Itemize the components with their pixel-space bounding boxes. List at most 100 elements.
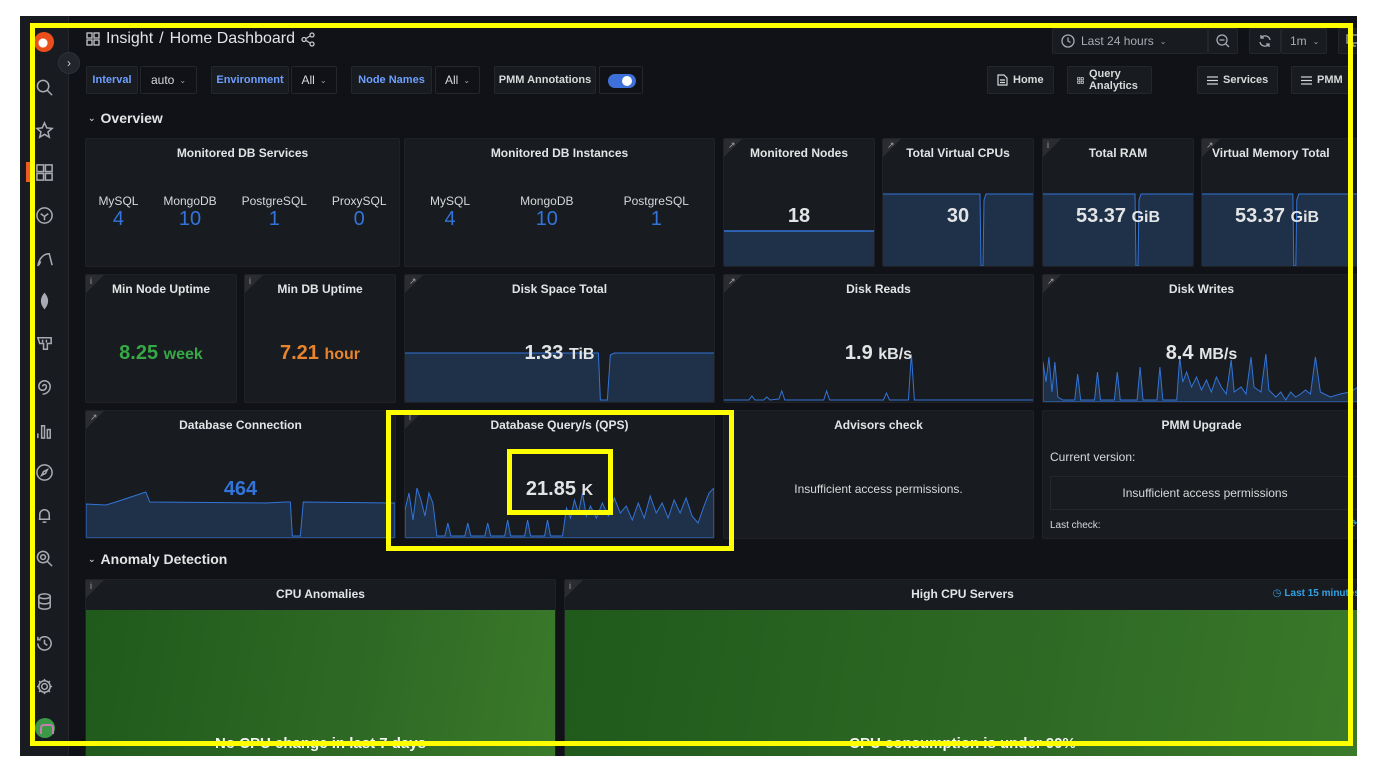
document-icon <box>997 74 1008 86</box>
stat-label: MySQL <box>98 194 139 208</box>
panel-pmm-upgrade: PMM Upgrade Current version: Insufficien… <box>1042 410 1357 539</box>
stat-value: 21.85 K <box>405 478 714 501</box>
status-fill-ok: CPU consumption is under 90% <box>565 610 1357 756</box>
stat-value: 10 <box>535 208 558 230</box>
value-number: 1.33 <box>524 342 564 364</box>
stat-value: 1 <box>650 208 662 230</box>
panel-title[interactable]: Disk Writes <box>1043 282 1357 296</box>
compass-icon[interactable] <box>33 461 55 483</box>
mongodb-leaf-icon[interactable] <box>33 290 55 312</box>
environment-select[interactable]: All ⌄ <box>291 66 337 94</box>
panel-title[interactable]: Total Virtual CPUs <box>883 146 1033 160</box>
database-icon[interactable] <box>33 590 55 612</box>
bell-icon[interactable] <box>33 504 55 526</box>
pmm-logo[interactable] <box>34 32 54 52</box>
toggle-knob <box>622 76 632 86</box>
bars-icon <box>1301 75 1312 85</box>
query-analytics-link[interactable]: Query Analytics <box>1067 66 1152 94</box>
monitor-icon <box>1346 34 1357 47</box>
dashboards-icon[interactable] <box>33 161 55 183</box>
chevron-down-icon: ⌄ <box>1159 36 1167 46</box>
panel-title[interactable]: Database Query/s (QPS) <box>405 418 714 432</box>
panel-title[interactable]: Monitored DB Instances <box>405 146 714 160</box>
expand-sidebar-button[interactable]: › <box>58 52 80 74</box>
bar-chart-icon[interactable] <box>33 419 55 441</box>
time-override-label: Last 15 minutes <box>1284 588 1357 599</box>
panel-title[interactable]: Disk Reads <box>724 282 1033 296</box>
active-indicator <box>26 162 30 182</box>
variable-label-interval: Interval <box>86 66 138 94</box>
panel-cpu-anomalies: i CPU Anomalies No CPU change in last 7 … <box>85 579 556 756</box>
db-service-postgresql: PostgreSQL 1 <box>242 194 307 231</box>
db-instance-mysql: MySQL 4 <box>430 194 470 231</box>
value-number: 8.4 <box>1165 342 1194 364</box>
panel-title[interactable]: Virtual Memory Total <box>1202 146 1357 160</box>
pmm-link[interactable]: PMM <box>1291 66 1353 94</box>
gear-icon[interactable] <box>33 675 55 697</box>
stat-label: MySQL <box>430 194 471 208</box>
stat-value: 53.37 GiB <box>1043 205 1193 228</box>
backup-history-icon[interactable] <box>33 632 55 654</box>
stat-label: PostgreSQL <box>623 194 689 208</box>
panel-title[interactable]: Advisors check <box>724 418 1033 432</box>
stat-label: ProxySQL <box>331 194 387 208</box>
value-number: 53.37 <box>1235 205 1286 227</box>
interval-select[interactable]: auto ⌄ <box>140 66 197 94</box>
stat-value: 30 <box>883 205 1033 228</box>
value-unit: week <box>163 346 203 363</box>
bars-icon <box>1207 75 1218 85</box>
panel-title[interactable]: Monitored Nodes <box>724 146 874 160</box>
proxysql-spiral-icon[interactable] <box>33 375 55 397</box>
row-anomaly-title: Anomaly Detection <box>100 551 228 567</box>
pmm-annotations-toggle[interactable] <box>599 66 643 94</box>
panel-monitored-db-instances: Monitored DB Instances MySQL 4 MongoDB 10 … <box>404 138 715 267</box>
panel-title[interactable]: PMM Upgrade <box>1043 418 1357 432</box>
panel-title[interactable]: CPU Anomalies <box>86 587 555 601</box>
cpu-anomalies-message: No CPU change in last 7 days <box>215 735 426 752</box>
search-icon[interactable] <box>33 76 55 98</box>
time-range-picker[interactable]: Last 24 hours ⌄ <box>1052 28 1208 54</box>
value-number: 53.37 <box>1075 205 1127 227</box>
stat-value: 7.21 hour <box>245 342 395 365</box>
stat-value: 18 <box>724 205 874 228</box>
os-dashboard-icon[interactable] <box>33 204 55 226</box>
permissions-message: Insufficient access permissions. <box>794 482 963 496</box>
value-number: 18 <box>787 205 811 227</box>
panel-title[interactable]: High CPU Servers <box>565 587 1357 601</box>
star-icon[interactable] <box>33 119 55 141</box>
mysql-dolphin-icon[interactable] <box>33 248 55 270</box>
panel-advisors-check: Advisors check Insufficient access permi… <box>723 410 1034 539</box>
dashboard-title[interactable]: Home Dashboard <box>170 30 295 48</box>
panel-monitored-nodes: ↗ Monitored Nodes 18 <box>723 138 875 267</box>
postgresql-elephant-icon[interactable] <box>33 332 55 354</box>
row-overview[interactable]: ⌄ Overview <box>88 110 163 126</box>
pmm-annotations-label: PMM Annotations <box>494 66 596 94</box>
zoom-out-button[interactable] <box>1208 28 1238 54</box>
tv-mode-button[interactable] <box>1338 28 1357 54</box>
panel-disk-writes: ↗ Disk Writes 8.4 MB/s <box>1042 274 1357 403</box>
user-avatar[interactable] <box>35 718 55 738</box>
refresh-check-icon[interactable]: ⟳ <box>1349 517 1357 530</box>
home-link[interactable]: Home <box>987 66 1054 94</box>
refresh-button[interactable] <box>1249 28 1281 54</box>
panel-title[interactable]: Min DB Uptime <box>245 282 395 296</box>
row-anomaly-detection[interactable]: ⌄ Anomaly Detection <box>88 551 227 567</box>
query-analytics-icon[interactable] <box>33 547 55 569</box>
db-instances-list: MySQL 4 MongoDB 10 PostgreSQL 1 <box>405 194 714 231</box>
panel-title[interactable]: Database Connection <box>86 418 395 432</box>
panel-title[interactable]: Disk Space Total <box>405 282 714 296</box>
refresh-interval-picker[interactable]: 1m ⌄ <box>1281 28 1327 54</box>
panel-title[interactable]: Total RAM <box>1043 146 1193 160</box>
db-services-list: MySQL 4 MongoDB 10 PostgreSQL 1 ProxySQL 0 <box>86 194 399 231</box>
services-link[interactable]: Services <box>1197 66 1279 94</box>
chevron-down-icon: ⌄ <box>463 75 471 85</box>
environment-value: All <box>301 73 315 87</box>
panel-title[interactable]: Min Node Uptime <box>86 282 236 296</box>
sidebar <box>20 16 69 756</box>
panel-title[interactable]: Monitored DB Services <box>86 146 399 160</box>
share-icon[interactable] <box>301 31 316 47</box>
panel-min-db-uptime: i Min DB Uptime 7.21 hour <box>244 274 396 403</box>
status-fill-ok: No CPU change in last 7 days <box>86 610 555 756</box>
node-names-select[interactable]: All ⌄ <box>435 66 480 94</box>
breadcrumb-folder[interactable]: Insight <box>106 30 153 48</box>
